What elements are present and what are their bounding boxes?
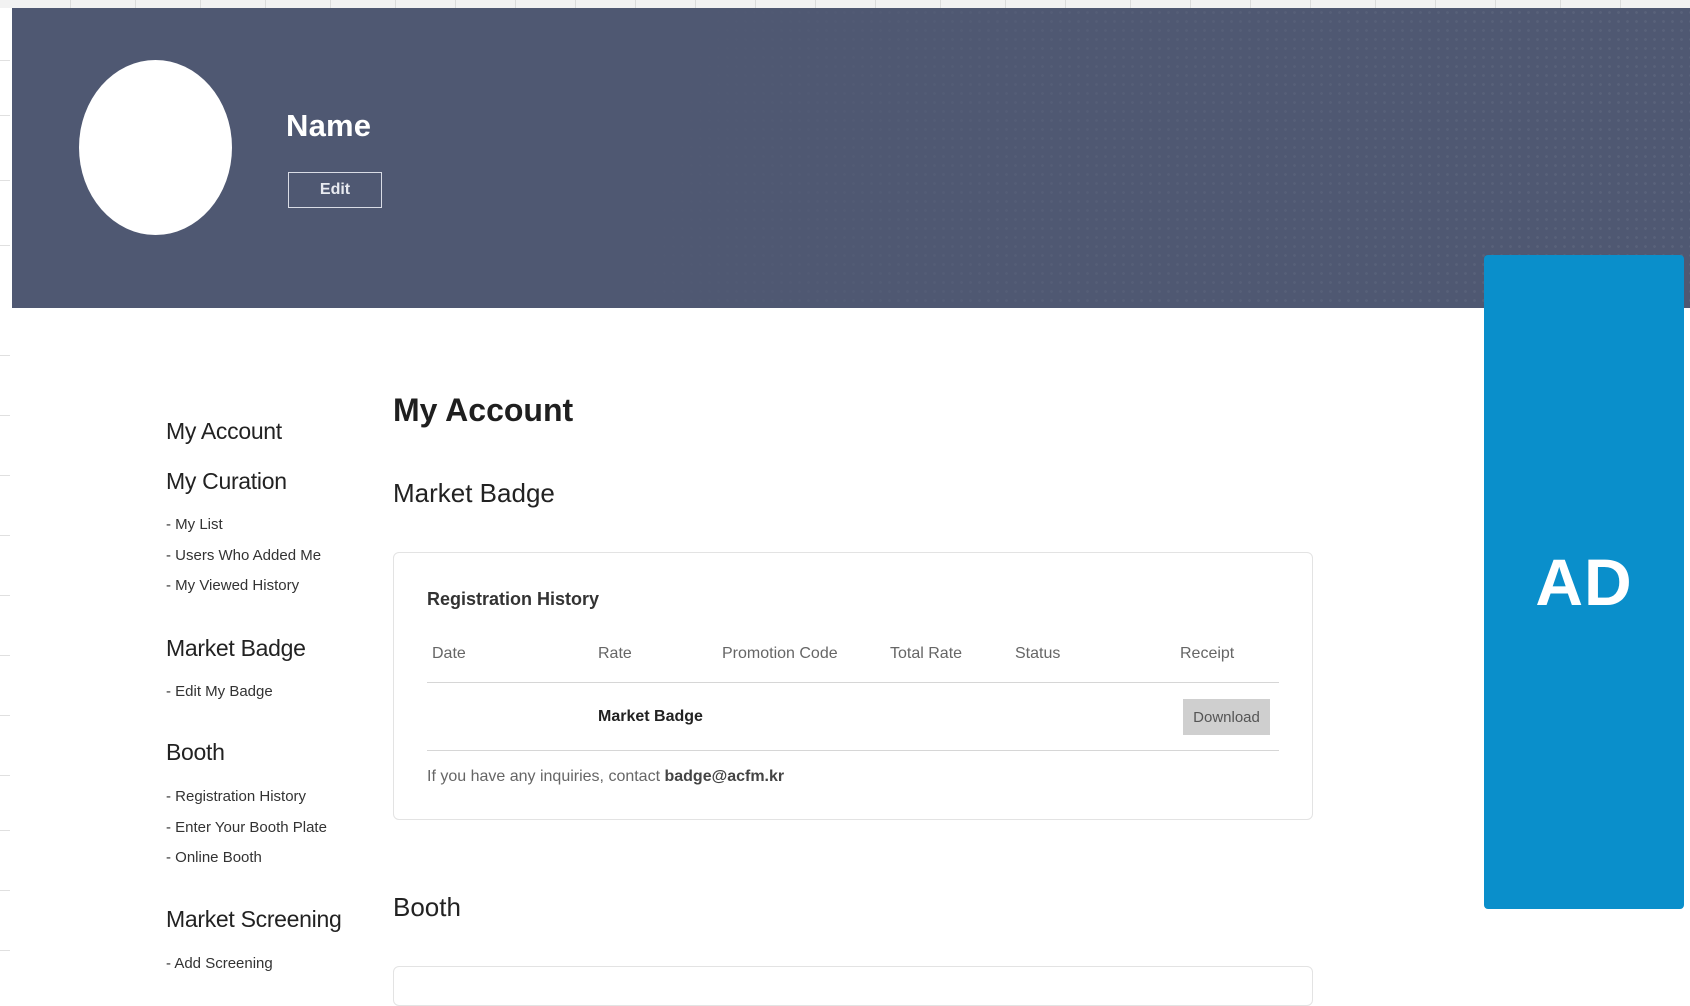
column-header-receipt: Receipt [1180, 645, 1235, 662]
sidebar-item-registration-history[interactable]: - Registration History [166, 788, 306, 805]
ad-banner[interactable]: AD [1484, 255, 1684, 909]
avatar[interactable] [79, 60, 232, 235]
sidebar-heading-market-badge[interactable]: Market Badge [166, 635, 306, 662]
profile-name: Name [286, 108, 372, 143]
page-title: My Account [393, 392, 574, 428]
sidebar-item-add-screening[interactable]: - Add Screening [166, 955, 273, 972]
column-header-total-rate: Total Rate [890, 645, 963, 662]
sidebar-heading-market-screening[interactable]: Market Screening [166, 906, 342, 933]
banner-overlay [12, 8, 1690, 308]
column-header-promotion-code: Promotion Code [722, 645, 838, 662]
column-header-status: Status [1015, 645, 1061, 662]
registration-history-card: Registration History Date Rate Promotion… [393, 552, 1313, 820]
inquiry-note: If you have any inquiries, contact badge… [427, 768, 784, 786]
column-header-date: Date [432, 645, 466, 662]
sidebar-item-edit-my-badge[interactable]: - Edit My Badge [166, 683, 273, 700]
inquiry-note-text: If you have any inquiries, contact [427, 768, 665, 785]
booth-section-title: Booth [393, 892, 461, 922]
profile-banner: Name Edit [12, 8, 1690, 308]
ad-label: AD [1535, 545, 1633, 619]
sidebar-heading-my-account[interactable]: My Account [166, 418, 282, 445]
table-cell-rate: Market Badge [598, 708, 703, 725]
sidebar-heading-booth[interactable]: Booth [166, 739, 225, 766]
column-header-rate: Rate [598, 645, 632, 662]
card-title: Registration History [427, 589, 600, 609]
table-row-divider [427, 750, 1279, 751]
sidebar-item-my-viewed-history[interactable]: - My Viewed History [166, 577, 299, 594]
sidebar-item-users-who-added-me[interactable]: - Users Who Added Me [166, 547, 321, 564]
table-header-divider [427, 682, 1279, 683]
market-badge-section-title: Market Badge [393, 478, 555, 508]
contact-email-link[interactable]: badge@acfm.kr [664, 768, 784, 785]
edit-profile-button[interactable]: Edit [288, 172, 382, 208]
sidebar-item-my-list[interactable]: - My List [166, 516, 223, 533]
top-strip [0, 0, 1690, 8]
sidebar-item-enter-booth-plate[interactable]: - Enter Your Booth Plate [166, 819, 327, 836]
sidebar-item-online-booth[interactable]: - Online Booth [166, 849, 262, 866]
download-receipt-button[interactable]: Download [1183, 699, 1270, 735]
sidebar-heading-my-curation[interactable]: My Curation [166, 468, 287, 495]
booth-card [393, 966, 1313, 1006]
